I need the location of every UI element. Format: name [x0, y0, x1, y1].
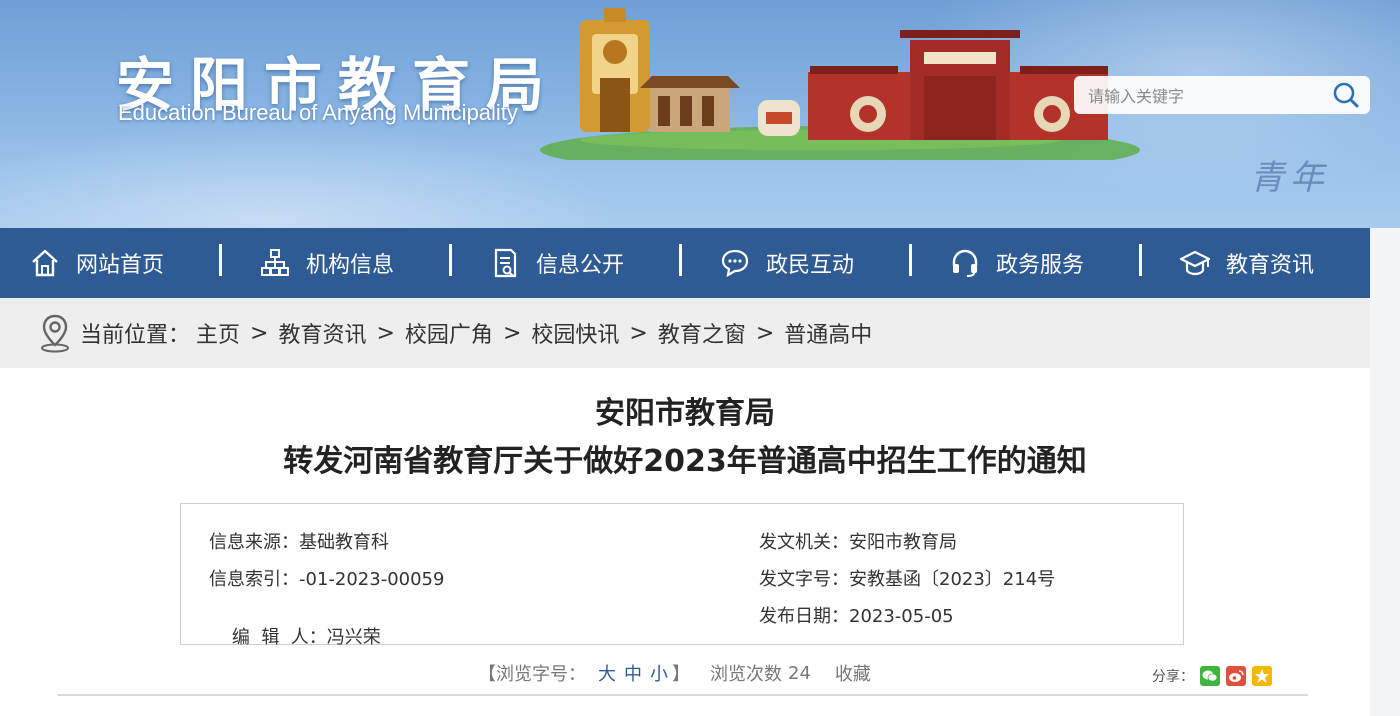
meta-value: 安阳市教育局 — [849, 532, 957, 553]
meta-index: 信息索引：-01-2023-00059 — [209, 565, 444, 591]
meta-document-number: 发文字号：安教基函〔2023〕214号 — [759, 565, 1055, 591]
nav-label: 机构信息 — [306, 253, 395, 278]
main-nav: 网站首页 机构信息 信息公开 政民互动 政务服务 教育资讯 — [0, 228, 1370, 298]
banner-haze — [0, 120, 620, 228]
meta-source: 信息来源：基础教育科 — [209, 528, 389, 554]
headset-icon — [948, 246, 982, 280]
meta-value: 安教基函〔2023〕214号 — [849, 569, 1056, 590]
meta-label: 编 辑 人： — [231, 627, 327, 648]
search-box — [1074, 76, 1370, 114]
nav-label: 教育资讯 — [1226, 253, 1315, 278]
nav-separator — [679, 244, 682, 276]
site-subtitle: Education Bureau of Anyang Municipality — [118, 100, 518, 125]
meta-issuer: 发文机关：安阳市教育局 — [759, 528, 957, 554]
home-icon — [28, 246, 62, 280]
font-size-small-button[interactable]: 小 — [650, 660, 668, 686]
breadcrumb-separator: > — [502, 320, 522, 346]
nav-separator — [1139, 244, 1142, 276]
nav-label: 政民互动 — [766, 253, 855, 278]
header-banner: 安阳市教育局 Education Bureau of Anyang Munici… — [0, 0, 1400, 228]
breadcrumb-link-campus-news[interactable]: 校园快讯 — [531, 317, 619, 349]
share-bar: 分享： — [1152, 666, 1272, 686]
meta-value: 冯兴荣 — [326, 627, 381, 648]
search-button[interactable] — [1330, 80, 1362, 110]
article-toolbar: 【浏览字号： 大 中 小 】 浏览次数 24 收藏 — [478, 660, 871, 686]
nav-label: 政务服务 — [996, 253, 1085, 278]
nav-item-gov-service[interactable]: 政务服务 — [948, 228, 1084, 298]
meta-label: 信息来源： — [209, 532, 299, 553]
breadcrumb-bar: 当前位置： 主页 > 教育资讯 > 校园广角 > 校园快讯 > 教育之窗 > 普… — [0, 298, 1370, 368]
search-icon — [1333, 82, 1359, 108]
location-pin-icon — [41, 314, 69, 353]
meta-label: 发文机关： — [759, 532, 849, 553]
nav-separator — [449, 244, 452, 276]
search-input[interactable] — [1086, 80, 1320, 112]
breadcrumb-separator: > — [629, 320, 648, 346]
org-chart-icon — [258, 246, 292, 280]
nav-item-interaction[interactable]: 政民互动 — [718, 228, 854, 298]
meta-value: 基础教育科 — [299, 532, 389, 553]
nav-separator — [219, 244, 222, 276]
qzone-icon[interactable] — [1252, 666, 1272, 686]
document-icon — [488, 246, 522, 280]
nav-item-home[interactable]: 网站首页 — [28, 228, 164, 298]
breadcrumb-separator: > — [755, 320, 775, 346]
font-size-close-bracket: 】 — [672, 664, 690, 685]
article-divider — [58, 694, 1308, 696]
breadcrumb-link-high-school[interactable]: 普通高中 — [784, 317, 872, 349]
breadcrumb-link-campus[interactable]: 校园广角 — [405, 317, 493, 349]
nav-item-info-disclosure[interactable]: 信息公开 — [488, 228, 624, 298]
nav-label: 网站首页 — [76, 253, 165, 278]
meta-value: 2023-05-05 — [849, 606, 954, 627]
nav-item-education-news[interactable]: 教育资讯 — [1178, 228, 1314, 298]
meta-editor: 编 辑 人：冯兴荣 — [209, 602, 381, 670]
calligraphy-decoration: 青年 — [1250, 158, 1330, 198]
share-label: 分享： — [1152, 669, 1194, 685]
page-side-strip — [1370, 228, 1400, 716]
view-count: 24 — [788, 662, 811, 684]
weibo-icon[interactable] — [1226, 666, 1246, 686]
breadcrumb-link-home[interactable]: 主页 — [196, 317, 240, 349]
meta-label: 信息索引： — [209, 569, 299, 590]
breadcrumb-link-education-window[interactable]: 教育之窗 — [658, 317, 746, 349]
nav-label: 信息公开 — [536, 253, 625, 278]
article-title-issuer: 安阳市教育局 — [595, 396, 775, 431]
meta-value: -01-2023-00059 — [299, 569, 445, 590]
view-count-label: 浏览次数 — [710, 664, 782, 685]
graduation-cap-icon — [1178, 246, 1212, 280]
chat-icon — [718, 246, 752, 280]
meta-publish-date: 发布日期：2023-05-05 — [759, 602, 954, 628]
nav-separator — [909, 244, 912, 276]
font-size-large-button[interactable]: 大 — [598, 660, 616, 686]
font-size-medium-button[interactable]: 中 — [624, 660, 642, 686]
article-title: 转发河南省教育厅关于做好2023年普通高中招生工作的通知 — [283, 444, 1087, 479]
meta-label: 发文字号： — [759, 569, 849, 590]
breadcrumb-link-education-news[interactable]: 教育资讯 — [278, 317, 366, 349]
landmark-illustration — [540, 8, 1140, 160]
breadcrumb-prefix: 当前位置： — [80, 323, 191, 348]
article-meta-box: 信息来源：基础教育科 信息索引：-01-2023-00059 编 辑 人：冯兴荣… — [180, 503, 1184, 648]
breadcrumb-separator: > — [250, 320, 269, 346]
wechat-icon[interactable] — [1200, 666, 1220, 686]
nav-item-organization[interactable]: 机构信息 — [258, 228, 394, 298]
font-size-label: 【浏览字号： — [478, 664, 586, 685]
breadcrumb-separator: > — [376, 320, 395, 346]
breadcrumb: 当前位置： 主页 > 教育资讯 > 校园广角 > 校园快讯 > 教育之窗 > 普… — [36, 298, 872, 368]
favorite-link[interactable]: 收藏 — [835, 660, 871, 686]
meta-label: 发布日期： — [759, 606, 849, 627]
